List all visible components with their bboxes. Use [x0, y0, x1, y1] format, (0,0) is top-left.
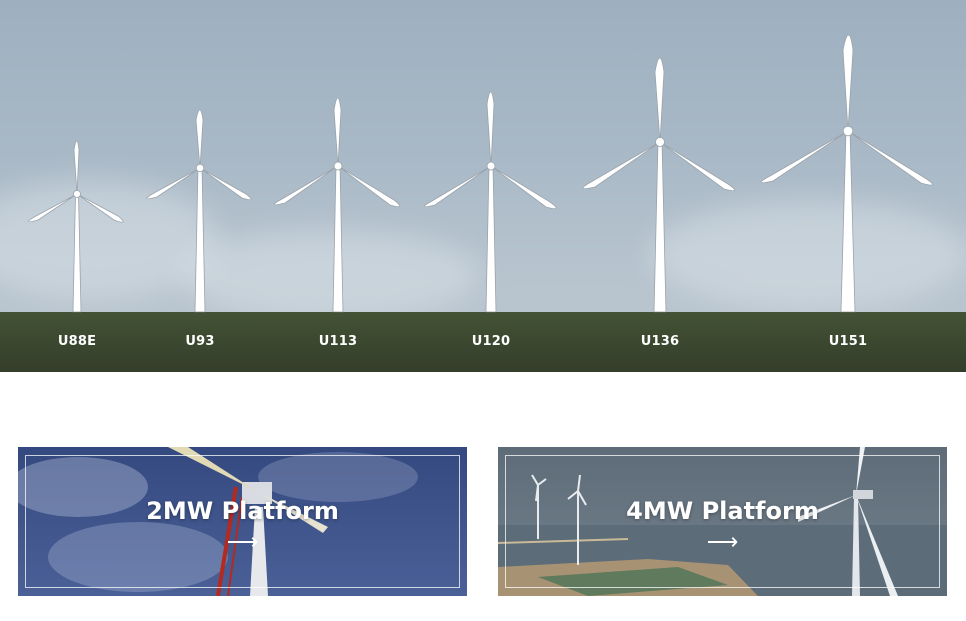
- card-title: 4MW Platform: [626, 497, 819, 525]
- model-label-u113: U113: [318, 334, 358, 349]
- platform-card-2mw[interactable]: 2MW Platform ⟶: [18, 447, 467, 596]
- model-label-u93: U93: [185, 334, 215, 349]
- platform-card-4mw[interactable]: 4MW Platform ⟶: [498, 447, 947, 596]
- arrow-right-icon: ⟶: [226, 529, 259, 554]
- turbine-u151: [760, 34, 933, 313]
- turbine-lineup-banner: U88E U93 U113 U120 U136 U151: [0, 0, 966, 372]
- turbine-u88e: [28, 140, 124, 313]
- model-label-u151: U151: [828, 334, 868, 349]
- model-label-u88e: U88E: [57, 334, 97, 349]
- turbine-u136: [582, 57, 735, 313]
- turbine-u120: [423, 91, 557, 313]
- model-label-u120: U120: [471, 334, 511, 349]
- turbine-u93: [146, 109, 252, 313]
- turbine-u113: [273, 97, 400, 313]
- card-title: 2MW Platform: [146, 497, 339, 525]
- arrow-right-icon: ⟶: [706, 529, 739, 554]
- model-label-u136: U136: [640, 334, 680, 349]
